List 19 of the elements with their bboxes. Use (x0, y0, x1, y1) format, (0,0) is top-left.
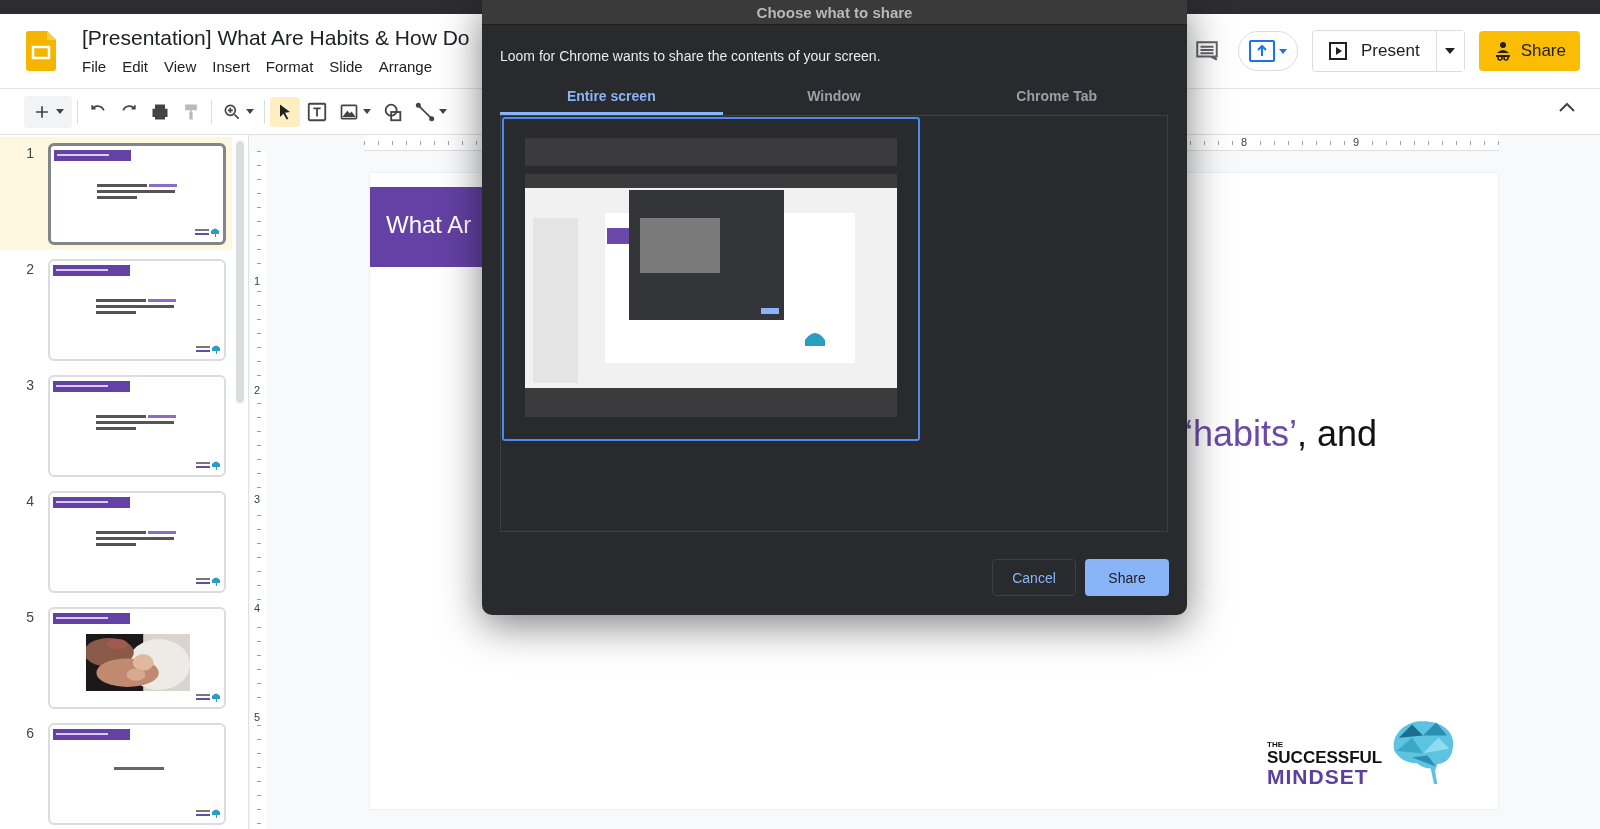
slide-number: 5 (25, 608, 35, 625)
ruler-number: 4 (253, 602, 262, 614)
slide-number: 3 (25, 376, 35, 393)
logo-text: SUCCESSFUL (1267, 749, 1383, 767)
slide-text: ‘habits’, and (1185, 413, 1378, 455)
dialog-description: Loom for Chrome wants to share the contents of your screen. (500, 48, 882, 64)
ruler-number: 5 (253, 711, 262, 723)
ruler-number: 8 (1240, 136, 1249, 148)
logo-text: THE (1267, 741, 1284, 750)
ruler-number: 9 (1352, 136, 1361, 148)
logo-text: MINDSET (1267, 766, 1370, 788)
ruler-number: 3 (253, 493, 262, 505)
dialog-title: Choose what to share (482, 0, 1187, 25)
slide-number: 2 (25, 260, 35, 277)
ruler-number: 2 (253, 384, 262, 396)
slide-number: 1 (25, 144, 35, 161)
slide-number: 6 (25, 724, 35, 741)
ruler-number: 1 (253, 275, 262, 287)
slide-number: 4 (25, 492, 35, 509)
